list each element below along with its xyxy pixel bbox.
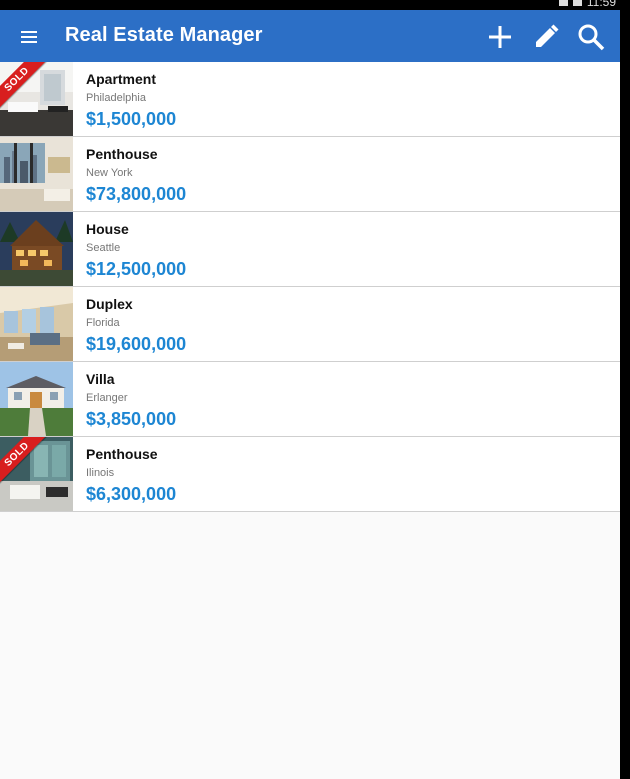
listing-thumbnail: SOLD: [0, 437, 73, 511]
menu-button[interactable]: [18, 26, 40, 48]
app-screen: Real Estate Manager SOLD Apartment Philade…: [0, 10, 620, 779]
listing-type: Penthouse: [86, 146, 158, 162]
listing-item[interactable]: Penthouse New York $73,800,000: [0, 137, 620, 212]
edit-button[interactable]: [531, 22, 561, 52]
add-icon: [489, 26, 511, 48]
listing-thumbnail: [0, 137, 73, 211]
listing-location: Seattle: [86, 242, 121, 254]
search-button[interactable]: [576, 22, 606, 52]
listing-price: $73,800,000: [86, 184, 187, 204]
listing-info: Apartment Philadelphia $1,500,000: [86, 71, 176, 129]
wifi-icon: [558, 0, 568, 6]
listing-price: $1,500,000: [86, 109, 177, 129]
listing-price: $12,500,000: [86, 259, 187, 279]
search-icon: [578, 24, 605, 51]
listing-thumbnail: SOLD: [0, 62, 73, 136]
listing-type: Penthouse: [86, 446, 158, 462]
listing-location: Florida: [86, 317, 120, 329]
listing-info: Duplex Florida $19,600,000: [86, 296, 186, 354]
listing-thumbnail: [0, 287, 73, 361]
app-title: Real Estate Manager: [65, 24, 263, 46]
menu-icon: [21, 31, 37, 33]
listing-location: Ilinois: [86, 467, 115, 479]
listing-item[interactable]: Duplex Florida $19,600,000: [0, 287, 620, 362]
app-bar: Real Estate Manager: [0, 10, 620, 62]
listing-price: $3,850,000: [86, 409, 177, 429]
battery-icon: [572, 0, 582, 6]
listing-list: SOLD Apartment Philadelphia $1,500,000 Penth…: [0, 62, 620, 512]
listing-type: Villa: [86, 371, 115, 387]
listing-item[interactable]: SOLD Apartment Philadelphia $1,500,000: [0, 62, 620, 137]
listing-thumbnail: [0, 212, 73, 286]
edit-icon: [536, 24, 559, 47]
listing-info: House Seattle $12,500,000: [86, 221, 186, 279]
add-button[interactable]: [485, 22, 515, 52]
listing-info: Villa Erlanger $3,850,000: [86, 371, 176, 429]
listing-item[interactable]: SOLD Penthouse Ilinois $6,300,000: [0, 437, 620, 512]
listing-item[interactable]: House Seattle $12,500,000: [0, 212, 620, 287]
listing-type: Duplex: [86, 296, 133, 312]
listing-type: House: [86, 221, 129, 237]
listing-location: New York: [86, 167, 133, 179]
listing-price: $19,600,000: [86, 334, 187, 354]
listing-location: Philadelphia: [86, 92, 146, 104]
listing-price: $6,300,000: [86, 484, 177, 504]
status-clock: 11:59: [586, 0, 616, 9]
listing-item[interactable]: Villa Erlanger $3,850,000: [0, 362, 620, 437]
listing-info: Penthouse New York $73,800,000: [86, 146, 186, 204]
listing-type: Apartment: [86, 71, 157, 87]
listing-location: Erlanger: [86, 392, 128, 404]
status-bar: 11:59: [0, 0, 630, 10]
listing-info: Penthouse Ilinois $6,300,000: [86, 446, 176, 504]
listing-thumbnail: [0, 362, 73, 436]
